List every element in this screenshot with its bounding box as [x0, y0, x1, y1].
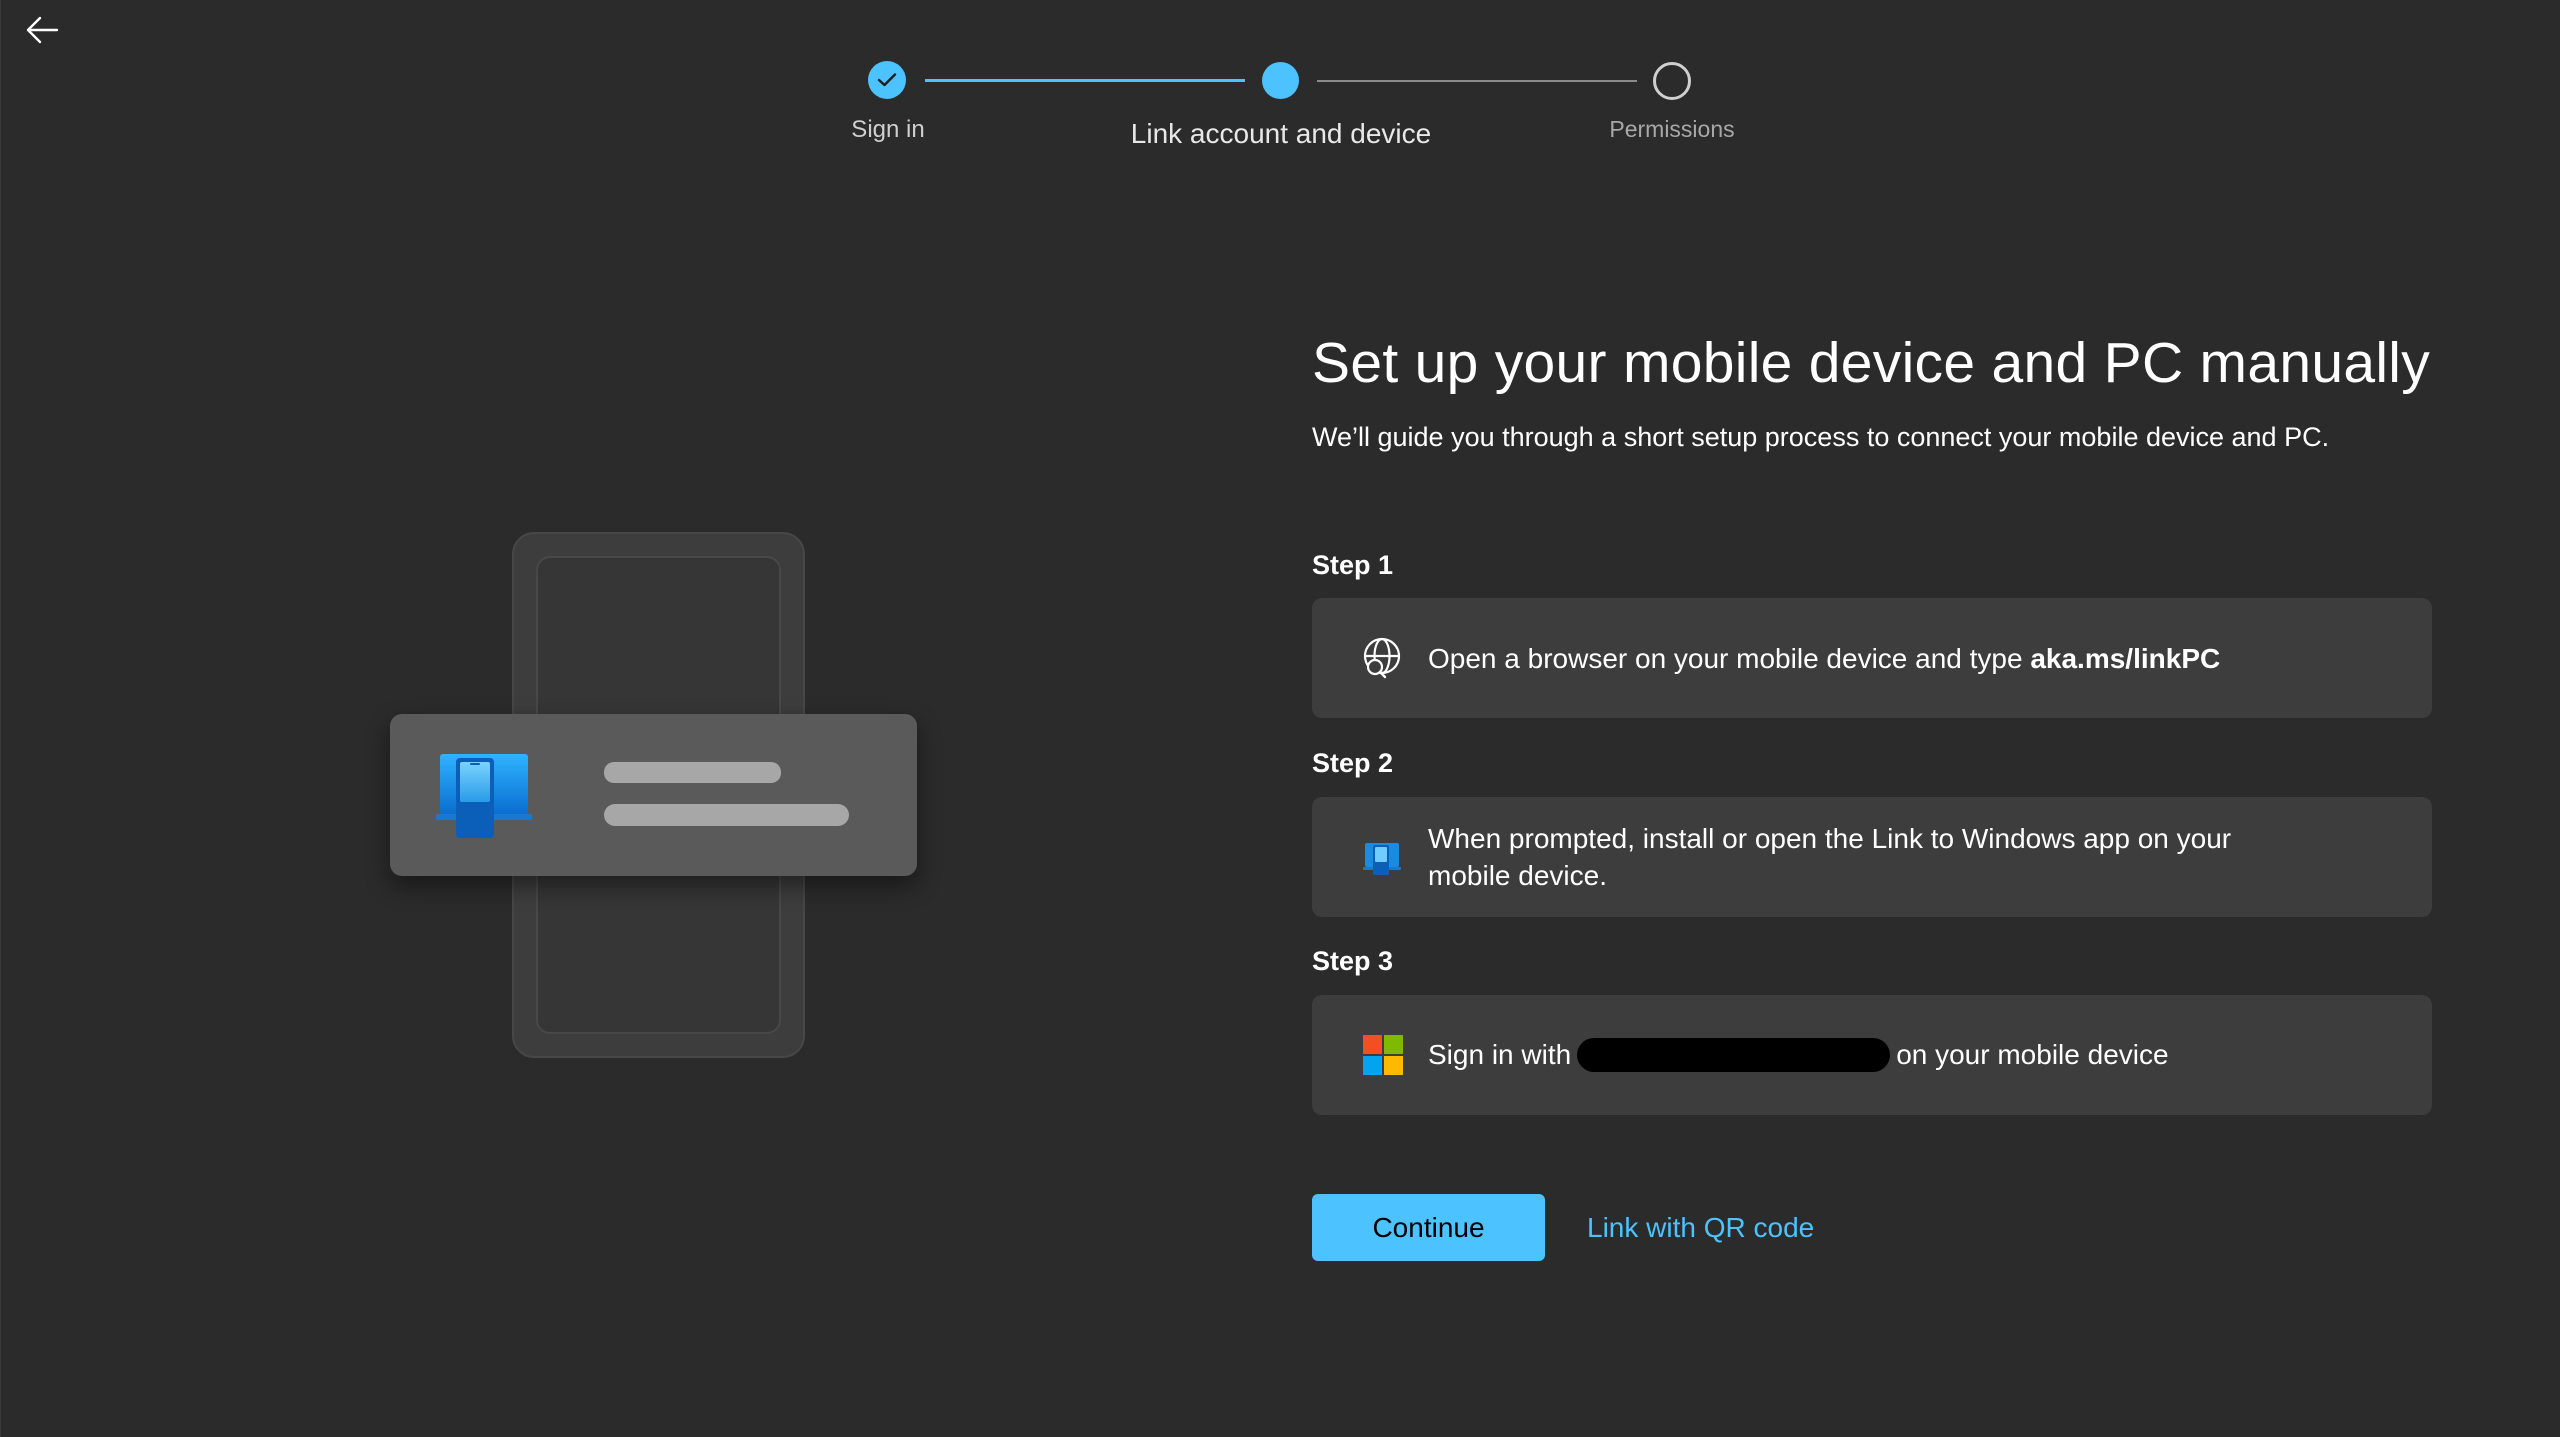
step-signin-check-icon [868, 61, 906, 99]
placeholder-text-bar [604, 762, 781, 783]
main-content: Set up your mobile device and PC manuall… [1312, 330, 2432, 453]
stepper-connector-completed [925, 79, 1245, 82]
phone-link-setup-window: Sign in Link account and device Permissi… [0, 0, 2560, 1437]
step-3-card: Sign in with on your mobile device [1312, 995, 2432, 1115]
progress-stepper: Sign in Link account and device Permissi… [0, 0, 2560, 170]
link-with-qr-code-link[interactable]: Link with QR code [1587, 1212, 1814, 1244]
step-1-url: aka.ms/linkPC [2030, 642, 2221, 674]
step-permissions-empty-dot [1653, 62, 1691, 100]
step-1-instruction: Open a browser on your mobile device and… [1428, 642, 2031, 674]
step-3-text-before: Sign in with [1428, 1039, 1572, 1071]
link-to-windows-app-icon [436, 750, 536, 842]
redacted-account-email [1577, 1037, 1891, 1072]
link-to-windows-app-icon [1360, 834, 1406, 880]
step-label-permissions: Permissions [1609, 116, 1735, 142]
window-edge [0, 0, 1, 1437]
step-link-current-dot [1262, 62, 1299, 99]
step-1-card: Open a browser on your mobile device and… [1312, 598, 2432, 718]
stepper-connector-upcoming [1317, 80, 1637, 82]
device-illustration [390, 530, 920, 1060]
floating-card-illustration [390, 714, 917, 876]
step-3-heading: Step 3 [1312, 946, 1394, 976]
placeholder-text-bar [604, 804, 849, 826]
step-2-text: When prompted, install or open the Link … [1428, 823, 2232, 891]
globe-search-icon [1360, 635, 1406, 681]
microsoft-logo-icon [1360, 1032, 1406, 1078]
step-label-link: Link account and device [1130, 118, 1432, 149]
action-bar: Continue Link with QR code [1312, 1194, 1814, 1261]
step-3-text-after: on your mobile device [1896, 1039, 2169, 1071]
page-subtitle: We’ll guide you through a short setup pr… [1312, 422, 2330, 452]
page-title: Set up your mobile device and PC manuall… [1312, 331, 2431, 395]
step-2-card: When prompted, install or open the Link … [1312, 797, 2432, 917]
step-3-text: Sign in with on your mobile device [1428, 1036, 2169, 1074]
step-label-signin: Sign in [851, 116, 925, 143]
continue-button[interactable]: Continue [1312, 1194, 1545, 1261]
step-1-text: Open a browser on your mobile device and… [1428, 640, 2220, 677]
step-1-heading: Step 1 [1312, 550, 1394, 580]
step-2-heading: Step 2 [1312, 748, 1394, 778]
